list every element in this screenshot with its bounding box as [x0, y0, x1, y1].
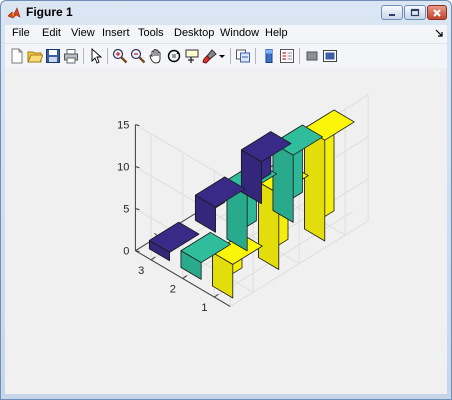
z-tick-label: 15: [117, 120, 129, 132]
maximize-icon: [410, 8, 420, 17]
brush-icon[interactable]: [202, 48, 218, 64]
minimize-button[interactable]: [381, 5, 403, 20]
bar-left-face: [272, 142, 294, 223]
bar: [304, 109, 355, 242]
new-figure-icon[interactable]: [9, 48, 25, 64]
hide-plot-tools-icon[interactable]: [304, 48, 320, 64]
link-plot-icon[interactable]: [235, 48, 251, 64]
menu-window[interactable]: Window: [220, 27, 259, 39]
menu-insert[interactable]: Insert: [102, 27, 130, 39]
zoom-out-icon[interactable]: [130, 48, 146, 64]
save-figure-icon[interactable]: [45, 48, 61, 64]
figure-toolbar: [5, 43, 447, 69]
close-button[interactable]: [427, 5, 447, 20]
figure-window: Figure 1 File Edit View Insert Tools Des…: [0, 0, 452, 400]
x-tick-label: 3: [138, 265, 144, 277]
open-file-icon[interactable]: [27, 48, 43, 64]
zoom-in-icon[interactable]: [112, 48, 128, 64]
close-icon: [433, 9, 441, 17]
toolbar-separator: [83, 48, 84, 64]
print-figure-icon[interactable]: [63, 48, 79, 64]
toolbar-separator: [107, 48, 108, 64]
maximize-button[interactable]: [404, 5, 426, 20]
x-tick-label: 1: [201, 302, 207, 314]
toolbar-separator: [299, 48, 300, 64]
rotate-3d-icon[interactable]: [166, 48, 182, 64]
x-tick: [182, 275, 188, 279]
minimize-icon: [389, 14, 395, 16]
figure-canvas[interactable]: 051015123123: [5, 68, 447, 394]
z-tick-label: 5: [123, 204, 129, 216]
menu-bar: File Edit View Insert Tools Desktop Wind…: [5, 25, 447, 43]
x-tick: [150, 256, 156, 261]
menu-view[interactable]: View: [71, 27, 95, 39]
toolbar-separator: [230, 48, 231, 64]
legend-icon[interactable]: [279, 48, 295, 64]
matlab-icon: [7, 6, 21, 20]
menu-edit[interactable]: Edit: [42, 27, 61, 39]
dock-arrow-icon[interactable]: [435, 28, 443, 40]
z-tick-label: 0: [123, 246, 129, 258]
toolbar-separator: [255, 48, 256, 64]
colorbar-icon[interactable]: [261, 48, 277, 64]
x-tick-label: 2: [170, 284, 176, 296]
window-title: Figure 1: [26, 5, 73, 19]
x-tick: [214, 293, 219, 298]
bar3-chart[interactable]: 051015123123: [5, 68, 447, 394]
menu-help[interactable]: Help: [265, 27, 288, 39]
title-bar[interactable]: Figure 1: [1, 1, 451, 25]
menu-file[interactable]: File: [12, 27, 30, 39]
show-plot-tools-icon[interactable]: [322, 48, 338, 64]
pan-icon[interactable]: [148, 48, 164, 64]
data-cursor-icon[interactable]: [184, 48, 200, 64]
brush-dropdown-icon[interactable]: [218, 48, 226, 64]
z-tick-label: 10: [117, 162, 129, 174]
menu-desktop[interactable]: Desktop: [174, 27, 214, 39]
menu-tools[interactable]: Tools: [138, 27, 164, 39]
edit-plot-icon[interactable]: [88, 48, 104, 64]
